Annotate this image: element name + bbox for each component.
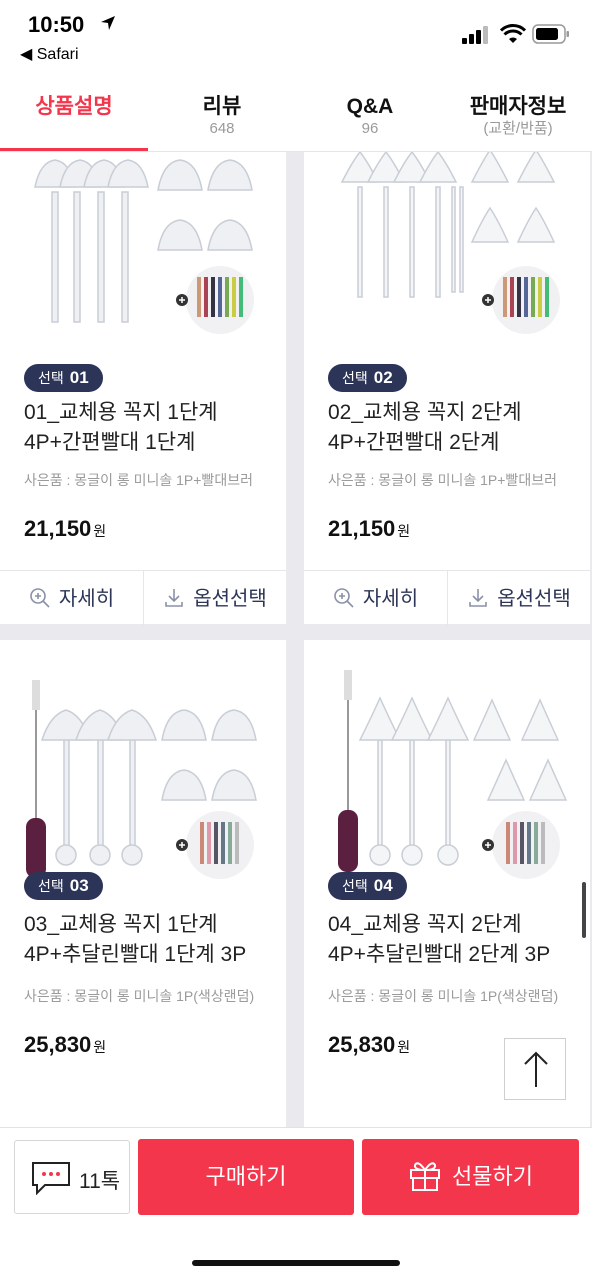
price-unit: 원: [397, 523, 411, 539]
tab-label: 판매자정보: [469, 95, 567, 118]
gift-text: 사은품 : 몽글이 롱 미니솔 1P+빨대브러: [328, 472, 557, 488]
price-value: 25,830: [328, 1032, 396, 1057]
price: 21,150 원: [24, 516, 106, 542]
badge-prefix: 선택: [38, 878, 64, 894]
price-unit: 원: [397, 1039, 411, 1055]
price-unit: 원: [93, 1039, 107, 1055]
tab-label: 리뷰: [202, 95, 242, 118]
option-select-button[interactable]: 옵션선택: [447, 571, 590, 627]
chat-icon: [32, 1162, 70, 1195]
download-icon: [469, 588, 487, 607]
price: 21,150 원: [328, 516, 410, 542]
option-badge: 선택 01: [24, 364, 103, 392]
buy-button[interactable]: 구매하기: [138, 1139, 354, 1215]
tab-description[interactable]: 상품설명: [0, 88, 148, 152]
option-label: 옵션선택: [497, 588, 571, 610]
badge-prefix: 선택: [38, 370, 64, 386]
gift-text: 사은품 : 몽글이 롱 미니솔 1P(색상랜덤): [24, 988, 255, 1004]
zoom-icon: [334, 587, 354, 608]
product-image: [338, 670, 568, 879]
detail-button[interactable]: 자세히: [304, 571, 447, 627]
option-badge: 선택 02: [328, 364, 407, 392]
tab-label: 상품설명: [35, 95, 113, 118]
option-label: 옵션선택: [193, 588, 267, 610]
back-to-safari[interactable]: ◀ Safari: [20, 44, 79, 64]
price-value: 25,830: [24, 1032, 92, 1057]
talk-button[interactable]: 11톡: [14, 1140, 130, 1214]
home-indicator: [192, 1260, 400, 1266]
tab-count: 96: [361, 120, 379, 137]
option-badge: 선택 03: [24, 872, 103, 900]
signal-icon: [462, 26, 488, 44]
product-card[interactable]: 선택 01 01_교체용 꼭지 1단계 4P+간편빨대 1단계 사은품 : 몽글이…: [0, 152, 286, 627]
location-arrow-icon: [101, 16, 115, 30]
badge-prefix: 선택: [342, 370, 368, 386]
product-name: 01_교체용 꼭지 1단계 4P+간편빨대 1단계: [24, 401, 218, 454]
price-value: 21,150: [328, 516, 396, 541]
detail-tabs: 상품설명 리뷰 648 Q&A 96 판매자정보 (교환/반품): [0, 88, 592, 152]
tab-count: 648: [209, 120, 235, 137]
product-card[interactable]: 선택 02 02_교체용 꼭지 2단계 4P+간편빨대 2단계 사은품 : 몽글이…: [304, 152, 590, 627]
badge-number: 03: [69, 876, 89, 895]
zoom-icon: [30, 587, 50, 608]
gift-icon: [410, 1162, 441, 1192]
gift-text: 사은품 : 몽글이 롱 미니솔 1P+빨대브러: [24, 472, 253, 488]
talk-label: 11톡: [79, 1170, 121, 1193]
scroll-to-top-button[interactable]: [504, 1038, 566, 1100]
price: 25,830 원: [24, 1032, 106, 1058]
detail-button[interactable]: 자세히: [0, 571, 143, 627]
detail-label: 자세히: [58, 588, 115, 610]
card-actions: 자세히 옵션선택: [304, 570, 590, 627]
download-icon: [165, 588, 183, 607]
detail-label: 자세히: [362, 588, 419, 610]
gift-label: 선물하기: [452, 1164, 533, 1189]
option-select-button[interactable]: 옵션선택: [143, 571, 286, 627]
product-name: 04_교체용 꼭지 2단계 4P+추달린빨대 2단계 3P: [328, 913, 551, 966]
tab-reviews[interactable]: 리뷰 648: [148, 88, 296, 152]
scrollbar[interactable]: [582, 882, 586, 938]
arrow-up-icon: [524, 1051, 548, 1087]
badge-number: 01: [69, 368, 89, 387]
price: 25,830 원: [328, 1032, 410, 1058]
purchase-bar: 11톡 구매하기 선물하기: [0, 1127, 592, 1222]
gift-text: 사은품 : 몽글이 롱 미니솔 1P(색상랜덤): [328, 988, 559, 1004]
product-image: [340, 152, 560, 334]
battery-icon: [532, 24, 569, 44]
badge-number: 02: [373, 368, 393, 387]
product-image: [34, 159, 254, 334]
price-unit: 원: [93, 523, 107, 539]
product-image: [26, 680, 257, 879]
card-actions: 자세히 옵션선택: [0, 570, 286, 627]
price-value: 21,150: [24, 516, 92, 541]
status-bar: 10:50 ◀ Safari: [0, 0, 592, 70]
option-badge: 선택 04: [328, 872, 407, 900]
badge-number: 04: [373, 876, 393, 895]
wifi-icon: [500, 24, 526, 43]
product-card[interactable]: 선택 03 03_교체용 꼭지 1단계 4P+추달린빨대 1단계 3P 사은품 :…: [0, 640, 286, 1127]
active-tab-indicator: [0, 148, 148, 151]
tab-label: Q&A: [346, 95, 394, 118]
badge-prefix: 선택: [342, 878, 368, 894]
gift-button[interactable]: 선물하기: [362, 1139, 579, 1215]
tab-seller-info[interactable]: 판매자정보 (교환/반품): [444, 88, 592, 152]
product-name: 03_교체용 꼭지 1단계 4P+추달린빨대 1단계 3P: [24, 913, 247, 966]
clock: 10:50: [28, 12, 85, 37]
product-grid: 선택 01 01_교체용 꼭지 1단계 4P+간편빨대 1단계 사은품 : 몽글이…: [0, 152, 592, 1127]
product-name: 02_교체용 꼭지 2단계 4P+간편빨대 2단계: [328, 401, 522, 454]
tab-sub: (교환/반품): [483, 120, 553, 137]
tab-qna[interactable]: Q&A 96: [296, 88, 444, 152]
